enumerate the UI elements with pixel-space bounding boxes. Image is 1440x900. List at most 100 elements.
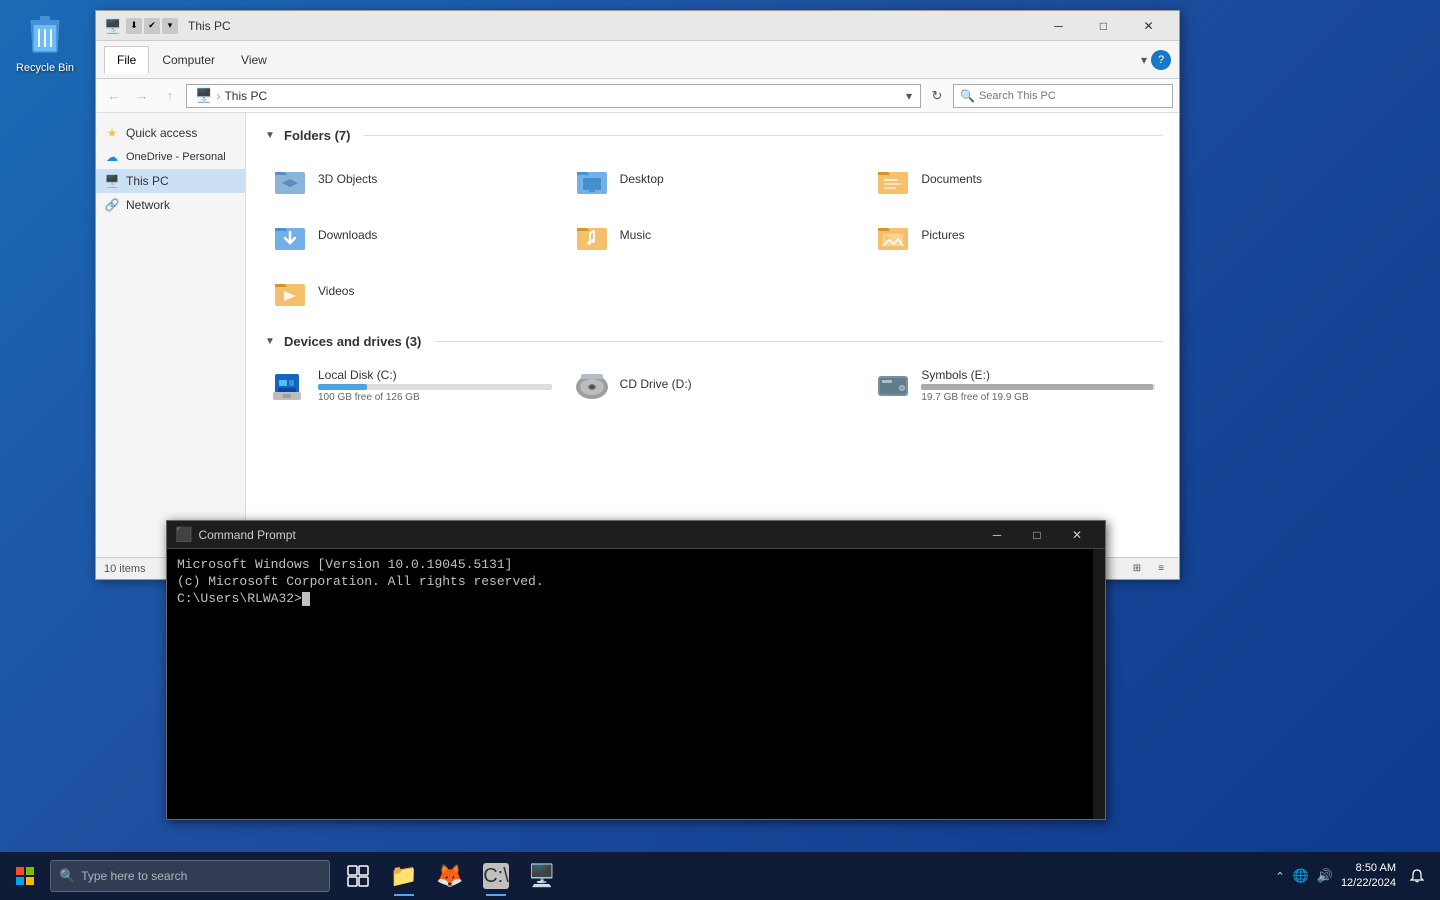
cmd-cursor [302,592,310,606]
tray-volume-icon[interactable]: 🔊 [1315,866,1335,886]
cmd-minimize-button[interactable]: ─ [977,521,1017,549]
view-tiles-button[interactable]: ⊞ [1127,559,1147,579]
cmd-content[interactable]: Microsoft Windows [Version 10.0.19045.51… [167,549,1093,819]
notification-icon [1409,868,1425,884]
cmd-scrollbar[interactable] [1093,549,1105,819]
drive-d-info: CD Drive (D:) [620,377,854,393]
title-bar-left: 🖥️ ⬇ ✔ ▾ This PC [104,18,231,34]
ribbon-collapse-icon[interactable]: ▾ [1141,53,1147,67]
folder-3d-icon [270,159,310,199]
sidebar-quick-access-label: Quick access [126,126,197,140]
cmd-maximize-button[interactable]: □ [1017,521,1057,549]
taskbar-app-firefox[interactable]: 🦊 [428,854,472,898]
taskbar-app-display[interactable]: 🖥️ [520,854,564,898]
cmd-window: ⬛ Command Prompt ─ □ ✕ Microsoft Windows… [166,520,1106,820]
sidebar-item-thispc[interactable]: 🖥️ This PC [96,169,245,193]
maximize-button[interactable]: □ [1081,11,1126,41]
drives-toggle[interactable]: ▼ [262,333,278,349]
qat-icon-2[interactable]: ✔ [144,18,160,34]
ribbon-right: ▾ ? [1141,50,1171,70]
back-button[interactable]: ← [102,84,126,108]
cmd-close-button[interactable]: ✕ [1057,521,1097,549]
minimize-button[interactable]: ─ [1036,11,1081,41]
folder-desktop-label: Desktop [620,172,664,186]
tray-icons: ⌃ 🌐 🔊 [1273,866,1335,886]
ribbon: File Computer View ▾ ? [96,41,1179,79]
refresh-button[interactable]: ↻ [925,84,949,108]
folder-downloads[interactable]: Downloads [262,209,560,261]
onedrive-icon: ☁ [104,149,120,165]
drive-d-icon [572,365,612,405]
search-input[interactable] [979,90,1166,102]
tray-up-arrow[interactable]: ⌃ [1273,868,1286,885]
sidebar-onedrive-label: OneDrive - Personal [126,151,226,163]
thispc-icon: 🖥️ [104,173,120,189]
folder-videos[interactable]: Videos [262,265,560,317]
folder-music[interactable]: Music [564,209,862,261]
cmd-icon: ⬛ [175,526,192,543]
main-area: ★ Quick access ☁ OneDrive - Personal 🖥️ … [96,113,1179,557]
up-button[interactable]: ↑ [158,84,182,108]
drives-section-header: ▼ Devices and drives (3) [262,333,1163,349]
window-title: This PC [188,19,231,33]
taskbar-app-explorer[interactable]: 📁 [382,854,426,898]
folders-grid: 3D Objects Desktop [262,153,1163,317]
drive-c[interactable]: Local Disk (C:) 100 GB free of 126 GB [262,359,560,411]
firefox-icon: 🦊 [436,863,463,889]
recycle-bin-icon [21,10,69,58]
folder-desktop[interactable]: Desktop [564,153,862,205]
view-list-button[interactable]: ≡ [1151,559,1171,579]
taskbar-search[interactable]: 🔍 Type here to search [50,860,330,892]
cmd-line-2: (c) Microsoft Corporation. All rights re… [177,574,1083,589]
tray-network-icon[interactable]: 🌐 [1291,866,1311,886]
folder-pictures-icon [873,215,913,255]
folder-pictures[interactable]: Pictures [865,209,1163,261]
desktop: Recycle Bin 🖥️ ⬇ ✔ ▾ This PC ─ □ ✕ File [0,0,1440,900]
close-button[interactable]: ✕ [1126,11,1171,41]
path-dropdown[interactable]: ▾ [906,89,912,103]
taskbar-search-icon: 🔍 [59,868,75,884]
sidebar-item-onedrive[interactable]: ☁ OneDrive - Personal [96,145,245,169]
network-icon: 🔗 [104,197,120,213]
cmd-line-1: Microsoft Windows [Version 10.0.19045.51… [177,557,1083,572]
clock-time: 8:50 AM [1341,861,1396,876]
tab-file[interactable]: File [104,46,149,74]
drive-e-info: Symbols (E:) 19.7 GB free of 19.9 GB [921,368,1155,403]
drives-divider [435,341,1163,342]
clock[interactable]: 8:50 AM 12/22/2024 [1341,861,1396,892]
tab-computer[interactable]: Computer [149,46,228,74]
folder-videos-icon [270,271,310,311]
folder-desktop-icon [572,159,612,199]
taskbar-app-cmd[interactable]: C:\ [474,854,518,898]
content-area: ▼ Folders (7) 3D Ob [246,113,1179,557]
tab-view[interactable]: View [228,46,280,74]
recycle-bin-label: Recycle Bin [16,62,74,74]
forward-button[interactable]: → [130,84,154,108]
drive-c-bar-bg [318,384,552,390]
start-button[interactable] [0,852,50,900]
folders-section-header: ▼ Folders (7) [262,127,1163,143]
folder-documents[interactable]: Documents [865,153,1163,205]
drive-c-info: Local Disk (C:) 100 GB free of 126 GB [318,368,552,403]
search-box[interactable]: 🔍 [953,84,1173,108]
recycle-bin[interactable]: Recycle Bin [10,10,80,74]
folder-documents-label: Documents [921,172,982,186]
folder-3d-objects[interactable]: 3D Objects [262,153,560,205]
folder-downloads-label: Downloads [318,228,377,242]
folders-toggle[interactable]: ▼ [262,127,278,143]
qat-dropdown[interactable]: ▾ [162,18,178,34]
folder-documents-icon [873,159,913,199]
notification-button[interactable] [1402,852,1432,900]
taskbar-app-taskview[interactable] [336,854,380,898]
sidebar-item-network[interactable]: 🔗 Network [96,193,245,217]
drive-d[interactable]: CD Drive (D:) [564,359,862,411]
drives-grid: Local Disk (C:) 100 GB free of 126 GB [262,359,1163,411]
address-path[interactable]: 🖥️ › This PC ▾ [186,84,921,108]
qat-icon-1[interactable]: ⬇ [126,18,142,34]
ribbon-help-icon[interactable]: ? [1151,50,1171,70]
sidebar-item-quick-access[interactable]: ★ Quick access [96,121,245,145]
title-bar: 🖥️ ⬇ ✔ ▾ This PC ─ □ ✕ [96,11,1179,41]
drive-e[interactable]: Symbols (E:) 19.7 GB free of 19.9 GB [865,359,1163,411]
explorer-window-icon: 🖥️ [104,18,120,34]
sidebar: ★ Quick access ☁ OneDrive - Personal 🖥️ … [96,113,246,557]
